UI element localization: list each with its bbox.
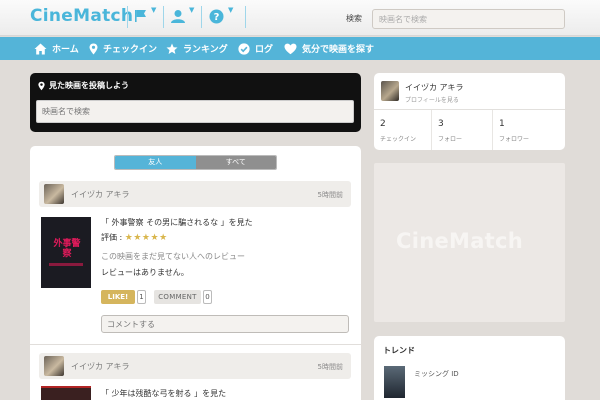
stat-value: 2 [380, 119, 386, 129]
tab-all[interactable]: すべて [195, 156, 276, 169]
post-time: 5時間前 [317, 363, 343, 371]
comment-count: 0 [203, 290, 212, 304]
rating-stars: ★★★★★ [124, 233, 168, 243]
avatar[interactable] [381, 81, 399, 101]
header-divider [163, 6, 164, 28]
comment-button[interactable]: COMMENT [154, 290, 201, 304]
view-profile-link[interactable]: プロフィールを見る [405, 95, 459, 104]
help-icon: ? [209, 9, 224, 24]
user-menu[interactable] [170, 9, 202, 27]
nav-label: ホーム [52, 45, 79, 55]
like-button[interactable]: LIKE! [101, 290, 135, 304]
heart-icon [284, 43, 297, 54]
movie-poster[interactable] [41, 386, 91, 400]
search-input[interactable] [372, 9, 565, 29]
timeline-panel: 友人 すべて イイヅカ アキラ 5時間前 外事警察 「 外事警察 その男に騙され… [30, 146, 361, 400]
post-rating: 評価 : ★★★★★ [101, 232, 168, 243]
pin-icon [89, 43, 98, 54]
trend-poster[interactable] [384, 366, 405, 398]
stat-value: 1 [499, 119, 505, 129]
main-nav: ホーム チェックイン ランキング ログ 気分で映画を探す [0, 37, 600, 60]
movie-poster[interactable]: 外事警察 [41, 217, 91, 288]
post-user-name[interactable]: イイヅカ アキラ [71, 361, 130, 372]
tab-friends[interactable]: 友人 [115, 156, 196, 169]
chevron-down-icon: ▼ [189, 6, 195, 14]
chevron-down-icon: ▼ [151, 6, 157, 14]
nav-checkin[interactable]: チェックイン [89, 41, 157, 56]
post-movie-title[interactable]: 「 外事警察 その男に騙されるな 」を見た [101, 217, 253, 228]
flag-icon [135, 10, 146, 22]
stat-label: チェックイン [380, 136, 417, 143]
ad-logo: CineMatch [396, 229, 524, 253]
movie-search-input[interactable] [36, 100, 354, 123]
trend-title: トレンド [383, 346, 415, 355]
header-divider [127, 6, 128, 28]
post-movie-box: 見た映画を投稿しよう [30, 73, 361, 132]
nav-ranking[interactable]: ランキング [166, 41, 228, 56]
chevron-down-icon: ▼ [228, 6, 234, 14]
poster-title: 外事警察 [53, 239, 81, 259]
avatar[interactable] [44, 356, 64, 376]
stat-label: フォロー [438, 136, 463, 143]
post-header: イイヅカ アキラ 5時間前 [39, 353, 351, 379]
profile-name[interactable]: イイヅカ アキラ [405, 82, 464, 93]
stat-value: 3 [438, 119, 444, 129]
trend-panel: トレンド ミッシング ID [374, 336, 565, 400]
star-icon [166, 43, 178, 54]
post-header: イイヅカ アキラ 5時間前 [39, 181, 351, 207]
post-box-label: 見た映画を投稿しよう [49, 81, 129, 90]
nav-label: ログ [255, 45, 274, 55]
stat-followers[interactable]: 1 フォロワー [492, 110, 552, 150]
trend-movie-title[interactable]: ミッシング ID [414, 369, 459, 379]
review-text: レビューはありません。 [101, 268, 189, 277]
post-divider [30, 344, 361, 345]
comment-input[interactable] [101, 315, 349, 333]
rating-label: 評価 : [101, 233, 123, 242]
pin-icon [38, 81, 45, 90]
post-user-name[interactable]: イイヅカ アキラ [71, 189, 130, 200]
stat-following[interactable]: 3 フォロー [431, 110, 491, 150]
stat-label: フォロワー [499, 136, 530, 143]
header-divider [201, 6, 202, 28]
avatar[interactable] [44, 184, 64, 204]
review-heading: この映画をまだ見てない人へのレビュー [101, 252, 245, 261]
header-divider [245, 6, 246, 28]
timeline-tabs: 友人 すべて [114, 155, 277, 170]
user-icon [171, 10, 185, 23]
stat-checkins[interactable]: 2 チェックイン [374, 110, 434, 150]
nav-label: 気分で映画を探す [302, 45, 375, 55]
top-header: CineMatch ▼ ▼ ? ▼ 検索 [0, 0, 600, 36]
nav-mood-search[interactable]: 気分で映画を探す [284, 41, 374, 56]
home-icon [34, 43, 47, 54]
ad-banner[interactable]: CineMatch [374, 163, 565, 322]
nav-log[interactable]: ログ [238, 41, 273, 56]
flag-menu[interactable] [133, 9, 165, 27]
nav-home[interactable]: ホーム [34, 41, 79, 56]
search-label: 検索 [346, 14, 362, 23]
post-time: 5時間前 [317, 191, 343, 199]
logo[interactable]: CineMatch [30, 6, 133, 26]
svg-text:?: ? [214, 12, 220, 23]
post-movie-title[interactable]: 「 少年は残酷な弓を射る 」を見た [101, 388, 226, 399]
poster-decoration [49, 263, 83, 266]
profile-card: イイヅカ アキラ プロフィールを見る 2 チェックイン 3 フォロー 1 フォロ… [374, 73, 565, 150]
nav-label: ランキング [183, 45, 228, 55]
check-icon [238, 42, 250, 55]
nav-label: チェックイン [103, 45, 158, 55]
post-box-title: 見た映画を投稿しよう [38, 80, 129, 91]
help-menu[interactable]: ? [209, 9, 241, 27]
like-count: 1 [137, 290, 146, 304]
